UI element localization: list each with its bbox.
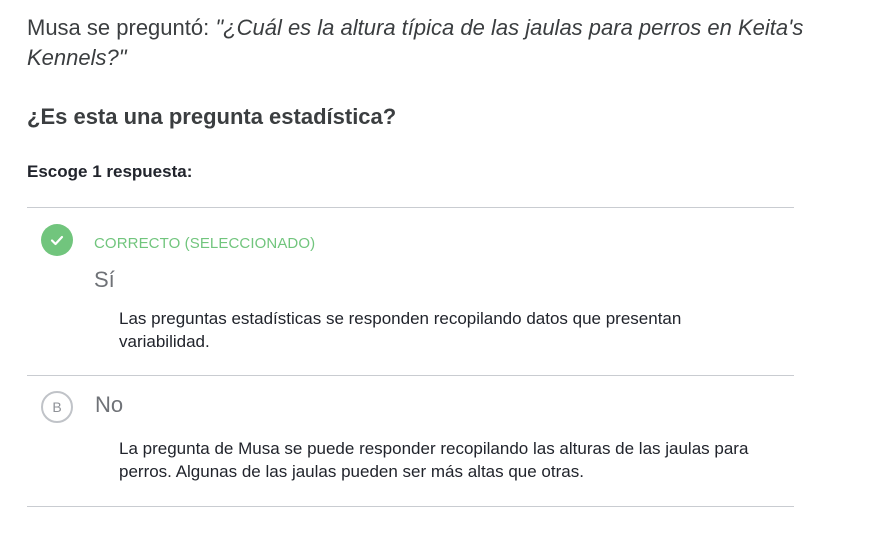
question-lead: Musa se preguntó: [27,15,216,40]
exercise-page: Musa se preguntó: "¿Cuál es la altura tí… [0,0,870,538]
choice-a-label: Sí [94,267,115,292]
choice-status-label: CORRECTO (SELECCIONADO) [94,235,316,252]
choice-b-letter-icon: B [41,391,73,423]
choice-b[interactable]: B No La pregunta de Musa se puede respon… [27,376,794,506]
answer-instructions: Escoge 1 respuesta: [27,162,193,181]
choice-a[interactable]: CORRECTO (SELECCIONADO) Sí Las preguntas… [27,208,794,375]
choice-b-rationale: La pregunta de Musa se puede responder r… [119,439,749,481]
choice-a-rationale: Las preguntas estadísticas se responden … [119,309,682,351]
check-icon [41,224,73,256]
question-text: Musa se preguntó: "¿Cuál es la altura tí… [27,13,827,73]
choice-b-label: No [95,392,124,417]
divider [27,506,794,507]
question-prompt: ¿Es esta una pregunta estadística? [27,104,397,129]
